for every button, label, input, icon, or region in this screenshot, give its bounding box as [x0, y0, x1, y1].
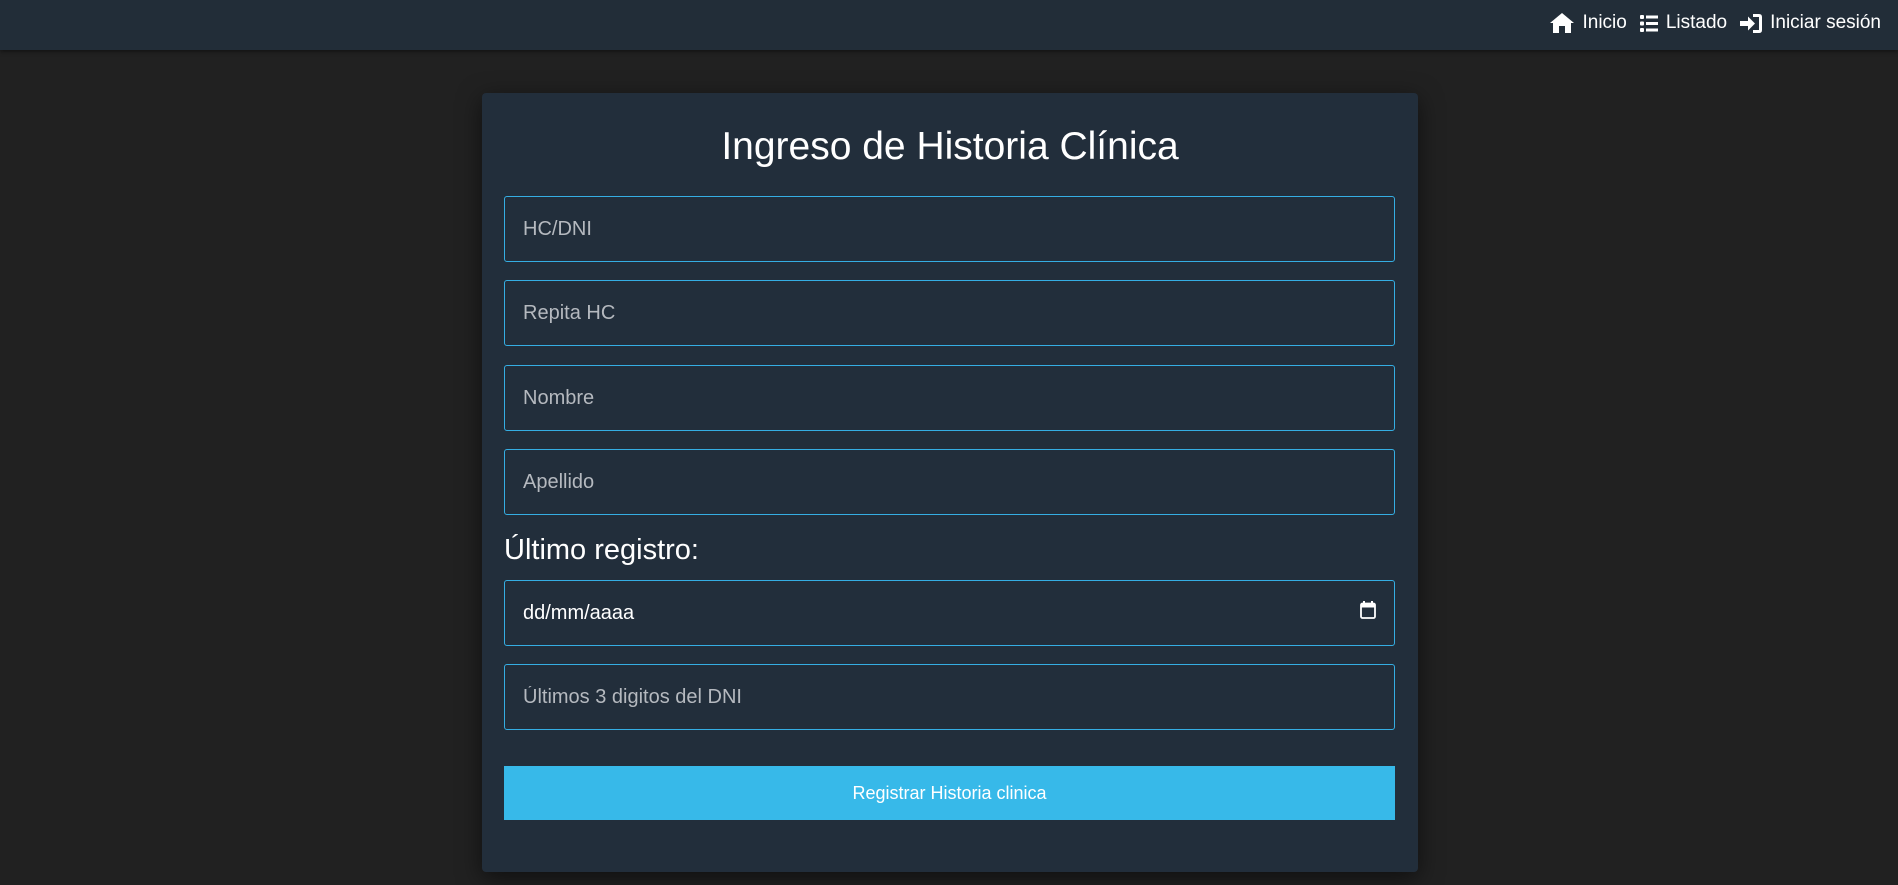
- name-input[interactable]: [504, 365, 1395, 431]
- top-navbar: Inicio Listado Iniciar sesión: [0, 0, 1898, 50]
- nav-item-iniciar-sesion[interactable]: Iniciar sesión: [1740, 12, 1881, 34]
- nav-menu: Inicio Listado Iniciar sesión: [1537, 0, 1881, 46]
- calendar-icon[interactable]: [1360, 601, 1376, 625]
- hc-dni-input[interactable]: [504, 196, 1395, 262]
- sign-in-icon: [1740, 13, 1770, 33]
- list-icon: [1639, 14, 1666, 32]
- lastname-input[interactable]: [504, 449, 1395, 515]
- last-record-date-input[interactable]: dd/mm/aaaa: [504, 580, 1395, 646]
- nav-item-label: Listado: [1665, 12, 1728, 33]
- clinical-history-form-card: Ingreso de Historia Clínica Último regis…: [482, 93, 1418, 872]
- page-title: Ingreso de Historia Clínica: [721, 125, 1179, 168]
- nav-item-inicio[interactable]: Inicio: [1550, 12, 1627, 34]
- nav-item-listado[interactable]: Listado: [1639, 12, 1728, 34]
- nav-item-label: Inicio: [1582, 12, 1627, 33]
- nav-item-label: Iniciar sesión: [1770, 12, 1881, 33]
- dni-last-digits-input[interactable]: [504, 664, 1395, 730]
- last-record-label: Último registro:: [504, 534, 699, 566]
- register-clinical-history-button[interactable]: Registrar Historia clinica: [504, 766, 1395, 820]
- home-icon: [1550, 13, 1582, 33]
- repeat-hc-input[interactable]: [504, 280, 1395, 346]
- date-value: dd/mm/aaaa: [523, 601, 635, 624]
